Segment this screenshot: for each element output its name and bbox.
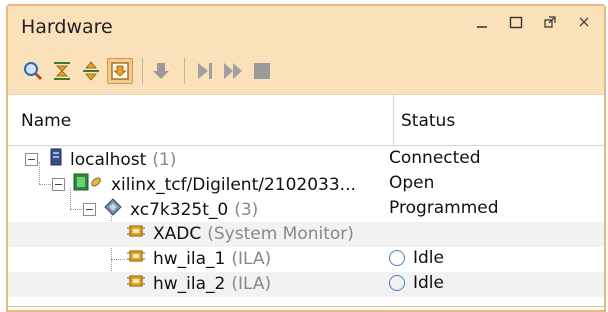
close-icon[interactable] (576, 14, 592, 36)
toolbar-separator (184, 58, 185, 84)
collapse-toggle[interactable]: − (83, 203, 96, 216)
panel-bottom-border (8, 306, 604, 307)
row-subtext: (ILA) (231, 273, 272, 294)
hardware-panel: Hardware Name Status − localhost (1) Con… (6, 4, 606, 312)
panel-title: Hardware (21, 16, 113, 38)
fpga-device-icon (104, 198, 122, 221)
restore-icon[interactable] (542, 14, 558, 36)
column-header-name[interactable]: Name (21, 111, 71, 131)
row-status: Idle (413, 273, 444, 293)
debug-core-icon (127, 223, 145, 244)
collapse-all-icon[interactable] (49, 58, 75, 84)
table-row[interactable]: − localhost (1) Connected (8, 147, 604, 172)
run-trigger-icon[interactable] (191, 58, 217, 84)
hardware-toolbar (8, 48, 604, 94)
auto-connect-icon[interactable] (107, 58, 133, 84)
row-subtext: (3) (234, 199, 259, 220)
table-row[interactable]: − xilinx_tcf/Digilent/2102033... Open (8, 172, 604, 197)
jtag-target-icon (73, 173, 103, 196)
idle-status-icon (389, 250, 405, 266)
panel-titlebar: Hardware (8, 6, 604, 48)
debug-core-icon (127, 273, 145, 294)
minimize-icon[interactable] (474, 14, 490, 36)
window-controls (474, 14, 592, 36)
run-trigger-immediate-icon[interactable] (220, 58, 246, 84)
debug-core-icon (127, 248, 145, 269)
hardware-tree-table: Name Status − localhost (1) Connected − … (8, 94, 604, 310)
expand-all-icon[interactable] (78, 58, 104, 84)
row-name: localhost (70, 149, 147, 170)
table-row[interactable]: hw_ila_1 (ILA) Idle (8, 247, 604, 272)
idle-status-icon (389, 275, 405, 291)
column-header-status[interactable]: Status (401, 111, 455, 131)
row-name: hw_ila_1 (153, 248, 226, 269)
table-empty-area (8, 297, 604, 310)
row-subtext: (1) (152, 149, 177, 170)
row-name: xc7k325t_0 (130, 199, 229, 220)
row-name: XADC (153, 223, 202, 244)
row-name: hw_ila_2 (153, 273, 226, 294)
toolbar-separator (142, 58, 143, 84)
row-subtext: (ILA) (231, 248, 272, 269)
server-icon (50, 148, 62, 171)
table-row[interactable]: hw_ila_2 (ILA) Idle (8, 272, 604, 297)
search-icon[interactable] (20, 58, 46, 84)
stop-trigger-icon[interactable] (249, 58, 275, 84)
collapse-toggle[interactable]: − (52, 178, 65, 191)
row-status: Open (389, 173, 435, 193)
row-name: xilinx_tcf/Digilent/2102033... (111, 174, 356, 195)
table-header: Name Status (8, 94, 604, 147)
row-status: Connected (389, 148, 481, 168)
maximize-icon[interactable] (508, 14, 524, 36)
table-row[interactable]: − xc7k325t_0 (3) Programmed (8, 197, 604, 222)
row-subtext: (System Monitor) (207, 223, 354, 244)
program-device-icon[interactable] (149, 58, 175, 84)
row-status: Idle (413, 248, 444, 268)
column-divider[interactable] (393, 95, 394, 147)
collapse-toggle[interactable]: − (25, 153, 38, 166)
table-row[interactable]: XADC (System Monitor) (8, 222, 604, 247)
row-status: Programmed (389, 198, 499, 218)
